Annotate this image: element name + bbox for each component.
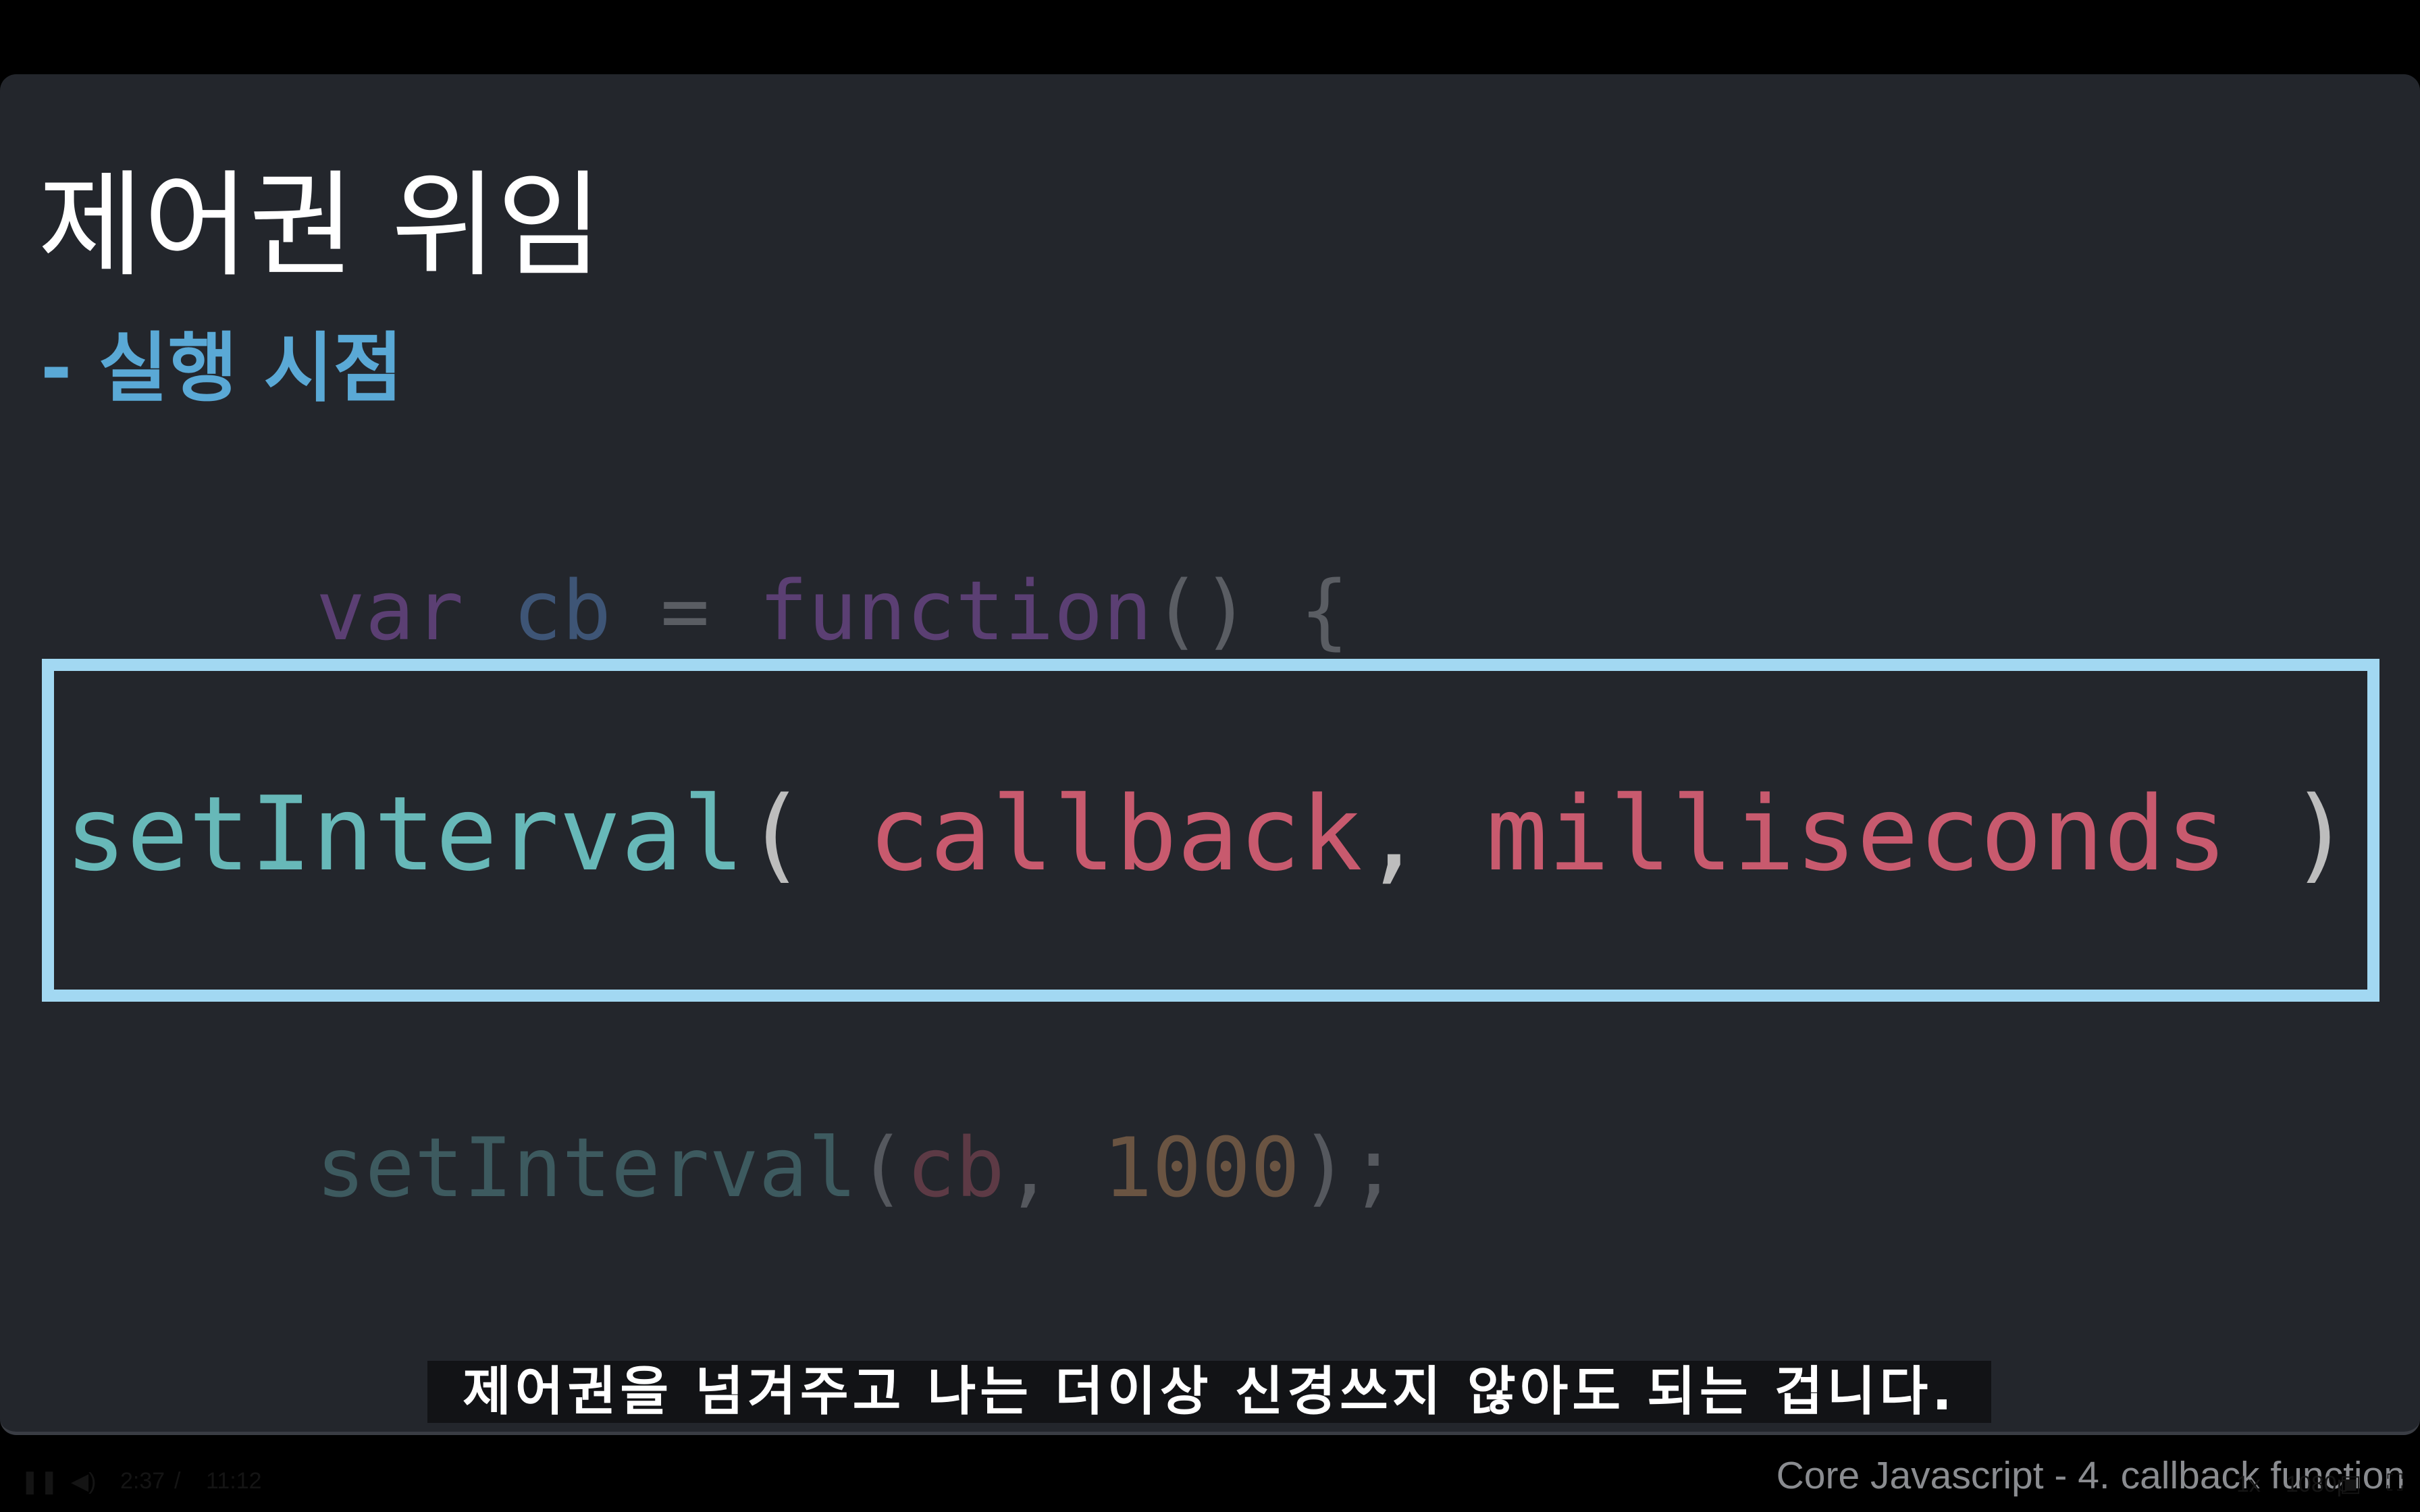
code-token: ( bbox=[857, 1120, 907, 1216]
code-token: callback bbox=[868, 774, 1363, 894]
slide-subtitle: - 실행 시점 bbox=[41, 325, 403, 412]
code-line-setinterval-call: setInterval(cb, 1000); bbox=[316, 1127, 1398, 1209]
code-token: setInterval bbox=[316, 1120, 858, 1216]
code-token: ( bbox=[744, 774, 868, 894]
code-token: function bbox=[758, 564, 1153, 659]
time-separator: / bbox=[174, 1468, 181, 1494]
code-token: ) bbox=[2227, 774, 2351, 894]
code-token: cb bbox=[512, 564, 612, 659]
volume-icon[interactable]: ◀) bbox=[71, 1468, 96, 1495]
code-token: var bbox=[316, 564, 464, 659]
duration: 11:12 bbox=[206, 1468, 262, 1494]
pip-icon[interactable]: ▣ bbox=[2340, 1470, 2361, 1497]
current-time: 2:37 bbox=[120, 1468, 165, 1494]
slide-title: 제어권 위임 bbox=[38, 159, 603, 293]
code-token: , bbox=[1004, 1120, 1103, 1216]
code-line-setinterval-signature: setInterval( callback, milliseconds ) bbox=[65, 783, 2351, 886]
video-slide: 제어권 위임 - 실행 시점 var cb = function() { set… bbox=[0, 74, 2420, 1497]
code-token: setInterval bbox=[65, 774, 745, 894]
code-token: ); bbox=[1300, 1120, 1398, 1216]
code-token: 1000 bbox=[1103, 1120, 1300, 1216]
code-line-var-cb: var cb = function() { bbox=[316, 570, 1349, 652]
code-token: , bbox=[1362, 774, 1486, 894]
code-token: = bbox=[611, 564, 759, 659]
fullscreen-icon[interactable]: ⛶ bbox=[2387, 1470, 2403, 1496]
code-token: () { bbox=[1152, 564, 1349, 659]
pause-icon[interactable]: ❚❚ bbox=[20, 1468, 59, 1495]
speed-button[interactable]: 1x bbox=[2236, 1472, 2261, 1498]
code-token: cb bbox=[906, 1120, 1005, 1216]
code-token: milliseconds bbox=[1485, 774, 2228, 894]
caption-subtitle: 제어권을 넘겨주고 나는 더이상 신경쓰지 않아도 되는 겁니다. bbox=[427, 1361, 1991, 1423]
